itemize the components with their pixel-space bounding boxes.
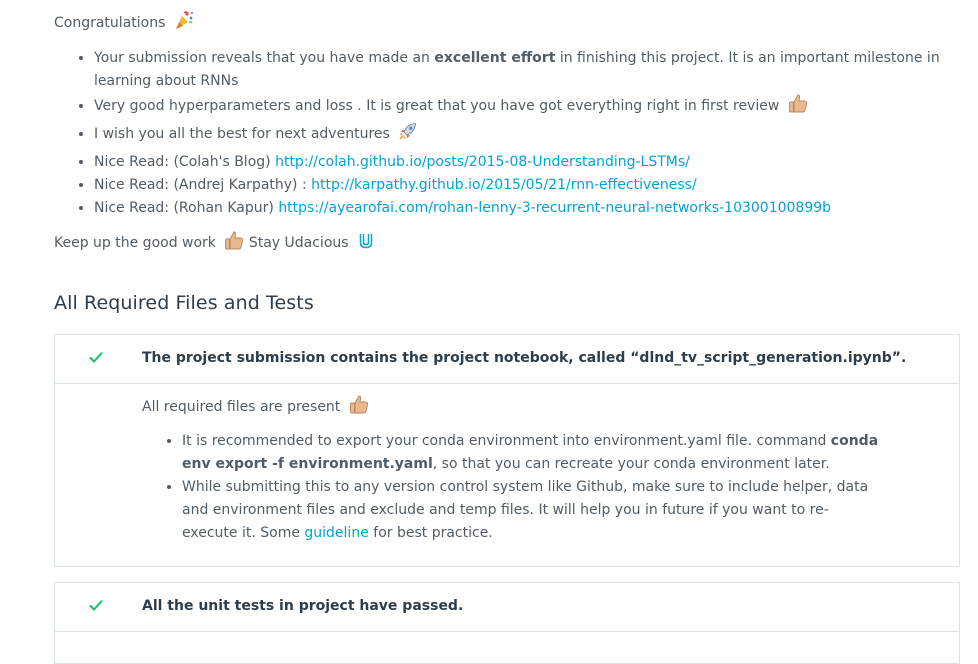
text-span: Stay Udacious (248, 235, 349, 251)
reading-list: Nice Read: (Colah's Blog) http://colah.g… (54, 151, 974, 220)
criterion-card: The project submission contains the proj… (54, 334, 960, 567)
check-icon (89, 599, 103, 615)
udacity-logo-icon (357, 232, 375, 257)
text-span: All required files are present (142, 399, 341, 415)
list-item: I wish you all the best for next adventu… (94, 121, 974, 149)
keepup-line: Keep up the good work Stay Udacious (54, 230, 375, 257)
criterion-body: All required files are present It is rec… (55, 383, 959, 565)
text-span: While submitting this to any version con… (182, 479, 869, 541)
list-item: Nice Read: (Andrej Karpathy) : http://ka… (94, 174, 974, 197)
criterion-title: The project submission contains the proj… (142, 350, 907, 366)
list-item: Nice Read: (Rohan Kapur) https://ayearof… (94, 197, 974, 220)
thumbs-up-icon (224, 230, 244, 257)
congrats-text: Congratulations (54, 15, 166, 31)
text-span: Nice Read: (Andrej Karpathy) : (94, 177, 312, 193)
bold-text: excellent effort (434, 50, 556, 66)
kapur-link[interactable]: https://ayearofai.com/rohan-lenny-3-recu… (278, 200, 831, 216)
colah-blog-link[interactable]: http://colah.github.io/posts/2015-08-Und… (275, 154, 690, 170)
text-span: It is recommended to export your conda e… (182, 433, 831, 449)
criterion-body (55, 631, 959, 632)
guideline-link[interactable]: guideline (304, 525, 368, 541)
text-span: , so that you can recreate your conda en… (432, 456, 830, 472)
text-span: Nice Read: (Colah's Blog) (94, 154, 276, 170)
criterion-title: All the unit tests in project have passe… (142, 598, 464, 614)
congrats-line: Congratulations (54, 10, 194, 37)
criterion-header: All the unit tests in project have passe… (55, 583, 959, 631)
check-icon (89, 351, 103, 367)
text-span: Keep up the good work (54, 235, 216, 251)
criterion-card: All the unit tests in project have passe… (54, 582, 960, 664)
criterion-notes: It is recommended to export your conda e… (142, 430, 882, 545)
text-span: Your submission reveals that you have ma… (94, 50, 435, 66)
list-item: While submitting this to any version con… (182, 476, 882, 545)
thumbs-up-icon (349, 394, 369, 421)
list-item: Nice Read: (Colah's Blog) http://colah.g… (94, 151, 974, 174)
text-span: Nice Read: (Rohan Kapur) (94, 200, 279, 216)
criterion-intro: All required files are present (142, 394, 369, 421)
section-title: All Required Files and Tests (54, 292, 314, 314)
text-span: Very good hyperparameters and loss . It … (94, 98, 780, 114)
text-span: for best practice. (368, 525, 493, 541)
karpathy-link[interactable]: http://karpathy.github.io/2015/05/21/rnn… (311, 177, 697, 193)
list-item: Very good hyperparameters and loss . It … (94, 93, 974, 121)
list-item: It is recommended to export your conda e… (182, 430, 882, 476)
thumbs-up-icon (788, 93, 808, 121)
text-span: I wish you all the best for next adventu… (94, 126, 390, 142)
rocket-icon (398, 121, 418, 149)
criterion-header: The project submission contains the proj… (55, 335, 959, 383)
party-popper-icon (174, 10, 194, 37)
list-item: Your submission reveals that you have ma… (94, 47, 974, 93)
feedback-list: Your submission reveals that you have ma… (54, 47, 974, 149)
